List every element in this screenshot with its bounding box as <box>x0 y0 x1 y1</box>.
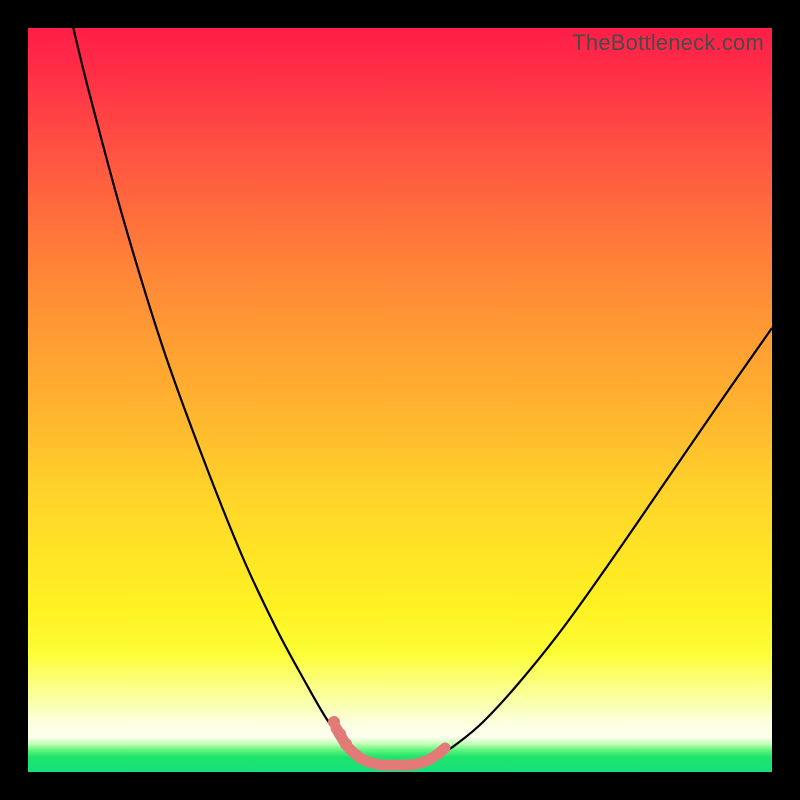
optimal-range-marker-dot <box>328 716 340 728</box>
chart-svg <box>28 28 772 772</box>
bottleneck-curve <box>71 28 772 765</box>
curve-layer <box>71 28 772 765</box>
chart-frame: TheBottleneck.com <box>28 28 772 772</box>
optimal-range-marker-dot <box>340 738 352 750</box>
optimal-range-marker-dot <box>334 728 346 740</box>
optimal-range-marker <box>336 728 445 765</box>
